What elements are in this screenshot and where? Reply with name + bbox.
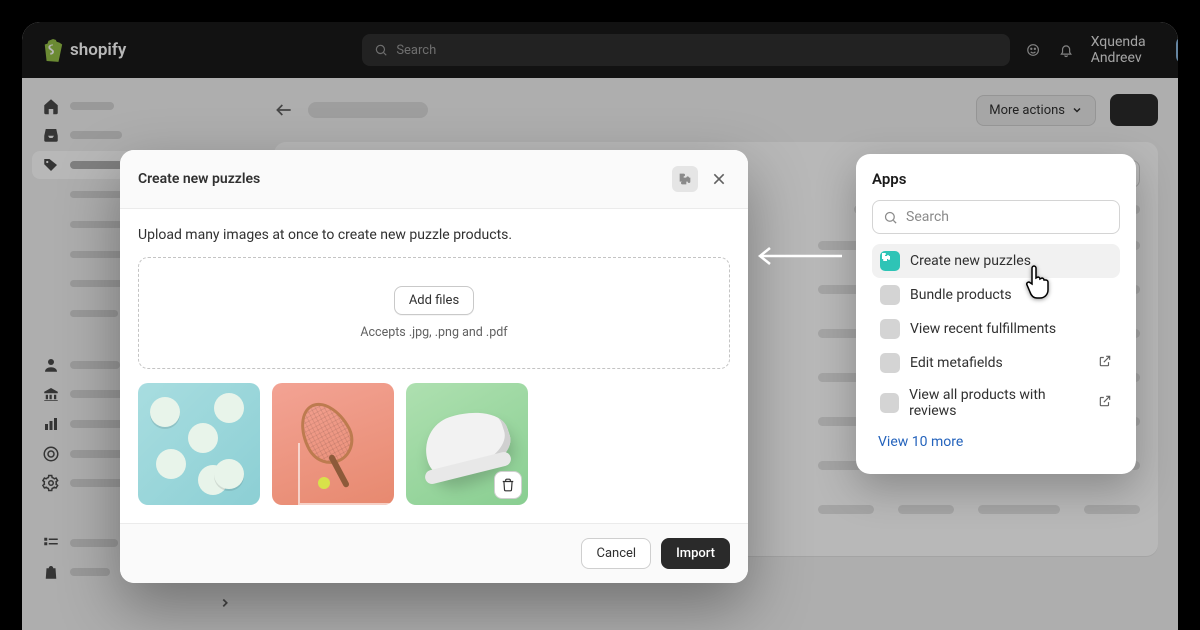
app-icon	[880, 251, 900, 271]
thumbnail[interactable]	[406, 383, 528, 505]
app-icon	[880, 393, 899, 413]
accepts-hint: Accepts .jpg, .png and .pdf	[167, 325, 701, 340]
puzzle-icon	[672, 166, 698, 192]
app-item-label: Bundle products	[910, 287, 1012, 303]
apps-search[interactable]: Search	[872, 200, 1120, 234]
cancel-button[interactable]: Cancel	[581, 538, 651, 569]
app-item[interactable]: View all products with reviews	[872, 380, 1120, 426]
app-item-label: Create new puzzles	[910, 253, 1031, 269]
file-dropzone[interactable]: Add files Accepts .jpg, .png and .pdf	[138, 257, 730, 369]
delete-thumbnail-button[interactable]	[494, 471, 522, 499]
apps-popover: Apps Search Create new puzzles Bundle pro…	[856, 154, 1136, 474]
app-icon	[880, 285, 900, 305]
trash-icon	[501, 478, 515, 492]
app-item[interactable]: View recent fulfillments	[872, 312, 1120, 346]
app-item[interactable]: Create new puzzles	[872, 244, 1120, 278]
close-icon[interactable]	[708, 168, 730, 190]
import-button[interactable]: Import	[661, 538, 730, 569]
search-icon	[883, 210, 898, 225]
apps-title: Apps	[872, 170, 1120, 188]
app-icon	[880, 353, 900, 373]
add-files-button[interactable]: Add files	[394, 286, 474, 315]
annotation-arrow-icon	[754, 246, 844, 266]
app-item-label: View recent fulfillments	[910, 321, 1056, 337]
app-icon	[880, 319, 900, 339]
create-puzzles-modal: Create new puzzles Upload many images at…	[120, 150, 748, 583]
app-item-label: Edit metafields	[910, 355, 1003, 371]
view-more-link[interactable]: View 10 more	[872, 426, 1120, 458]
app-item[interactable]: Bundle products	[872, 278, 1120, 312]
cursor-pointer-icon	[1024, 262, 1060, 306]
external-link-icon	[1098, 354, 1112, 372]
thumbnail[interactable]	[138, 383, 260, 505]
external-link-icon	[1098, 394, 1112, 412]
modal-description: Upload many images at once to create new…	[138, 227, 730, 243]
app-item-label: View all products with reviews	[909, 387, 1088, 419]
modal-title: Create new puzzles	[138, 171, 260, 187]
app-item[interactable]: Edit metafields	[872, 346, 1120, 380]
thumbnail[interactable]	[272, 383, 394, 505]
